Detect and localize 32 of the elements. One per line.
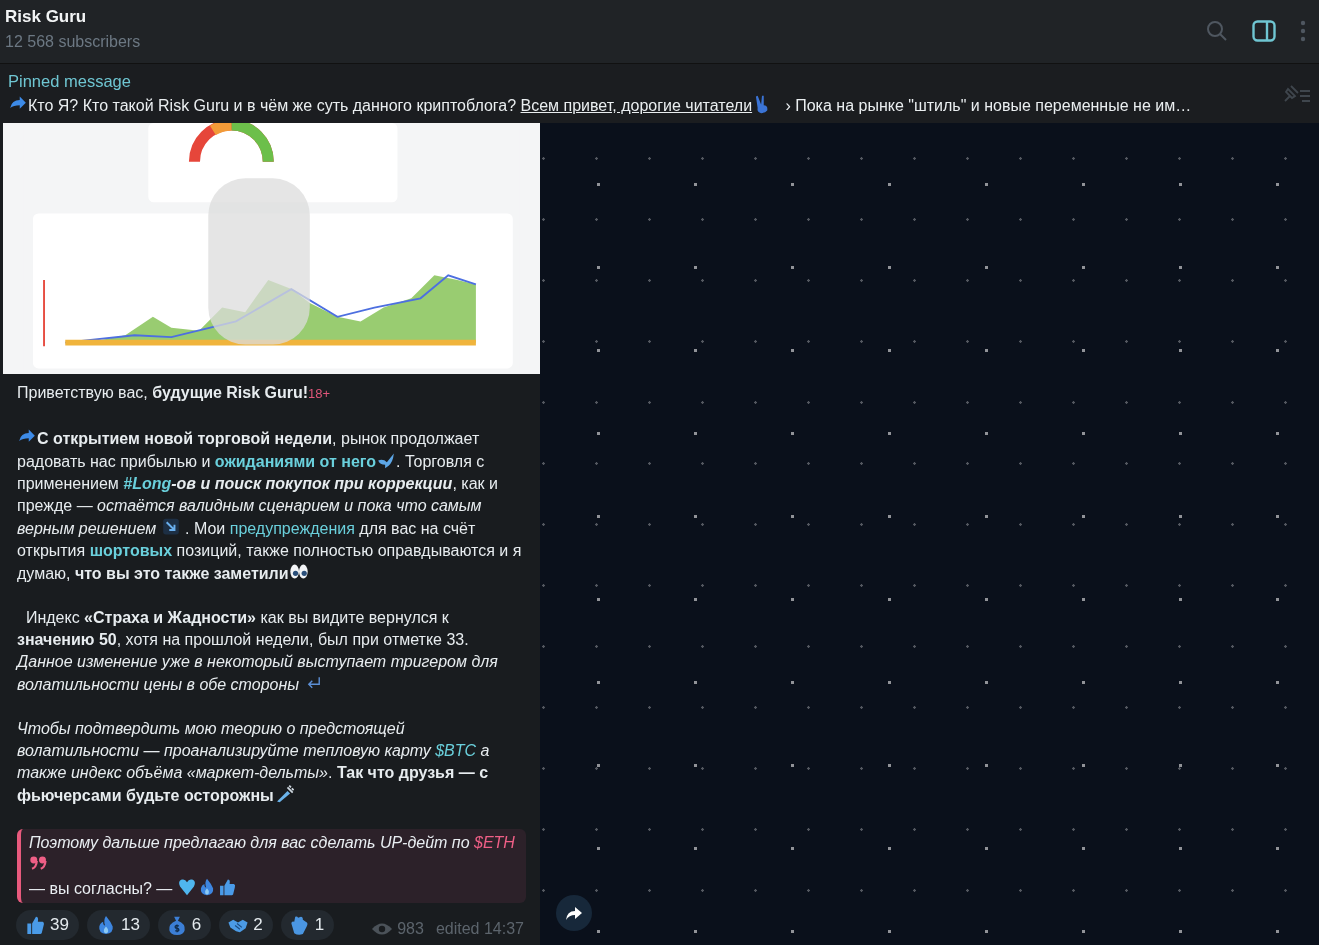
channel-title: Risk Guru [5,6,88,28]
message-link[interactable]: ожиданиями от него [214,453,377,470]
subscriber-count: 12 568 subscribers [5,31,142,52]
quote-block: Поэтому дальше предлагаю для вас сделать UP-дейт по $ETH — вы согласны? — [17,829,526,903]
reaction-button[interactable]: 39 [16,910,79,940]
thumbs-up-icon [24,914,46,936]
view-count: 983 [397,919,424,939]
quote-link[interactable]: $ETH [474,834,515,851]
heart-icon [176,877,197,897]
search-icon[interactable] [1206,20,1228,42]
message-paragraph: Чтобы подтвердить мою теорию о предстоящей волатильности — проанализируйте тепловую карту $BTC а также индекс объёма «маркет-дельты». Так что друзья — с фьючерсами будьте осторожны [17,719,491,806]
share-arrow-icon [565,905,583,921]
eye-icon [371,922,394,936]
pinned-message-text[interactable]: Кто Я? Кто такой Risk Guru и в чём же суть данного криптоблога? Всем привет, дорогие читатели › Пока на рынке "штиль" и новые переменные не им… [8,93,1281,118]
pinned-link[interactable]: Всем привет, дорогие читатели [520,96,753,114]
age-tag: 18+ [308,386,331,401]
reaction-button[interactable]: 1 [280,910,335,940]
reaction-button[interactable]: 6 [157,910,212,940]
message-paragraph: Индекс «Страха и Жадности» как вы видите вернулся к значению 50, хотя на прошлой недели, был при отметке 33. Данное изменение уже в некоторый выступает тригером для волатильности цены в обе стороны [17,608,499,695]
reaction-button[interactable]: 2 [219,910,273,940]
message-paragraph: Приветствую вас, будущие Risk Guru!18+ [17,383,332,403]
pinned-label: Pinned message [8,71,132,93]
message-paragraph: С открытием новой торговой недели, рынок продолжает радовать нас прибылью и ожиданиями от него . Торговля с применением #Long-ов и поиск покупок при коррекции, как и прежде — остаётся валидным сценарием и пока что самым верным решением . Мои предупреждения для вас на счёт открытия шортовых позиций, также полностью оправдываются и я думаю, что вы это также заметили [17,427,523,585]
edited-time: edited 14:37 [435,919,524,939]
hashtag-link[interactable]: #Long [123,475,172,492]
forward-button[interactable] [556,895,592,931]
sidebar-toggle-icon[interactable] [1252,20,1276,42]
more-icon[interactable] [1300,20,1306,42]
message-link[interactable]: предупреждения [229,520,355,537]
message-link[interactable]: $BTC [435,742,477,759]
message-link[interactable]: шортовых [89,542,173,559]
reaction-button[interactable]: 13 [86,910,150,940]
